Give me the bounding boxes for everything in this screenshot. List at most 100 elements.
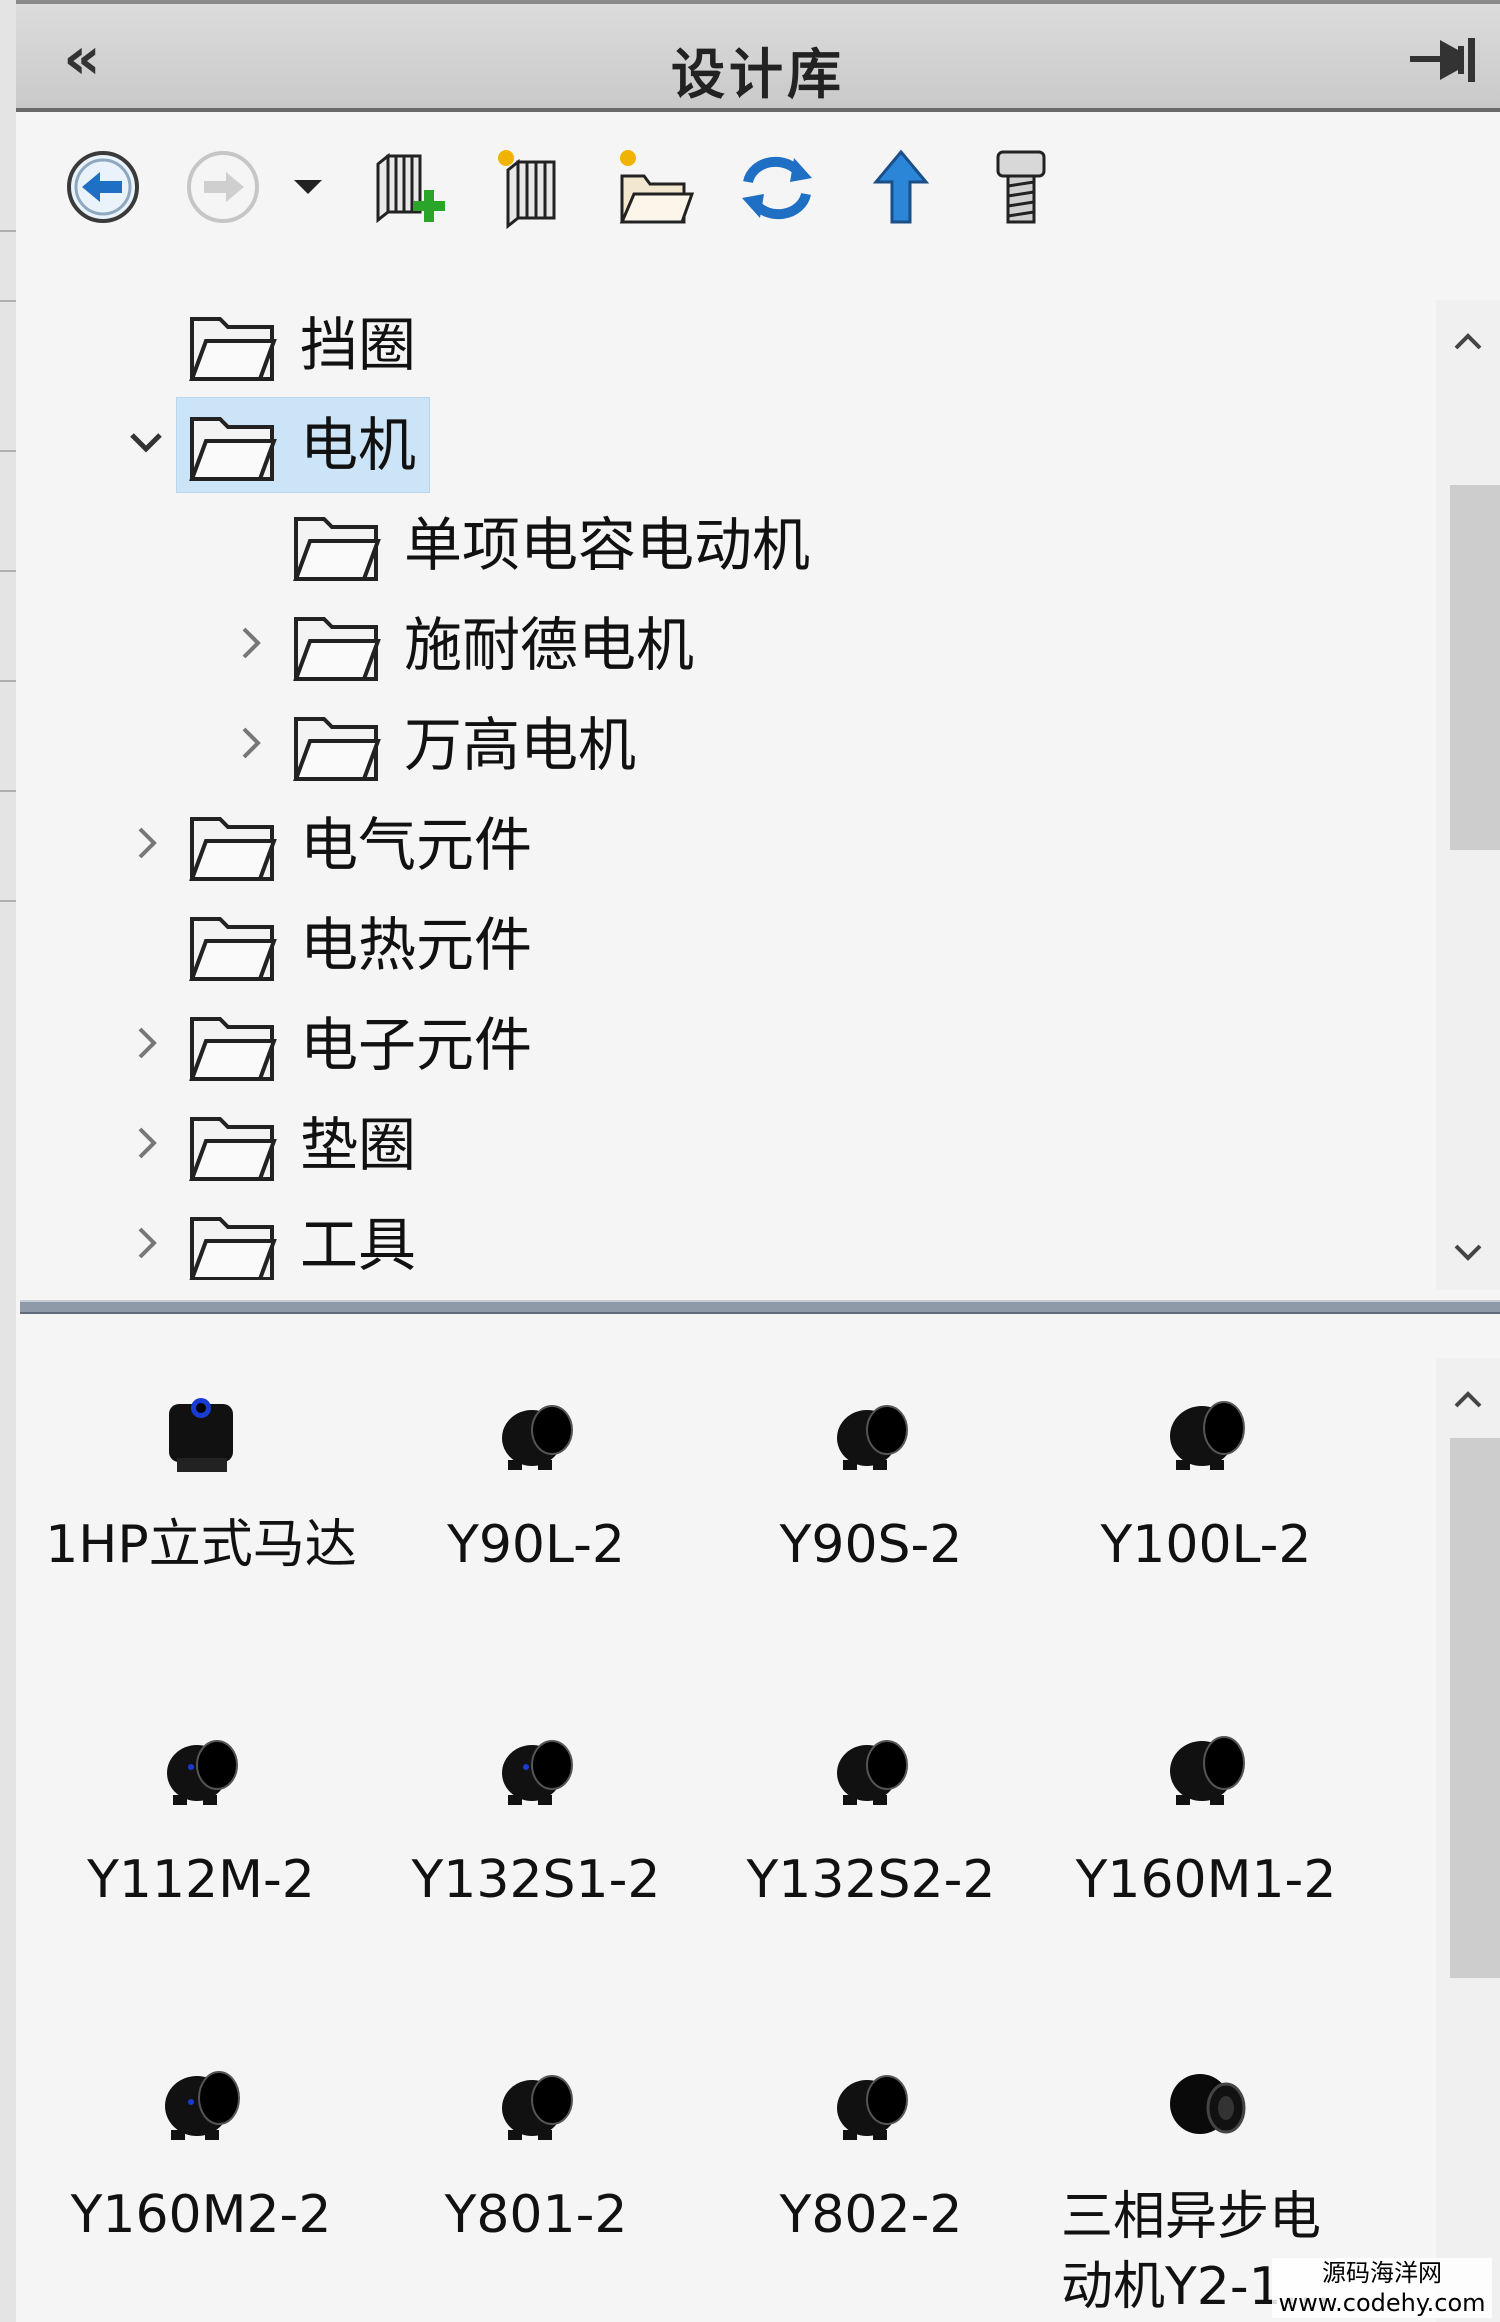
chevron-right-icon[interactable] <box>116 1013 176 1073</box>
chevron-down-icon[interactable] <box>116 413 176 473</box>
item-label: Y160M1-2 <box>1075 1850 1337 1910</box>
motor-thumbnail-icon <box>151 2052 251 2152</box>
scroll-down-icon[interactable] <box>1436 1220 1500 1284</box>
library-item[interactable]: Y132S2-2 <box>706 1687 1036 2007</box>
library-item[interactable]: Y100L-2 <box>1041 1352 1371 1672</box>
tree-item-heating-components[interactable]: 电热元件 <box>116 895 816 993</box>
motor-thumbnail-icon <box>1156 1382 1256 1482</box>
chevron-right-icon[interactable] <box>116 1113 176 1173</box>
forward-button[interactable] <box>178 142 268 232</box>
folder-icon <box>186 405 280 485</box>
item-label: Y132S2-2 <box>746 1850 996 1910</box>
chevron-right-icon[interactable] <box>116 1213 176 1273</box>
up-arrow-icon <box>872 149 930 224</box>
motor-thumbnail-icon <box>151 1382 251 1482</box>
motor-thumbnail-icon <box>486 1382 586 1482</box>
edge-tick <box>0 230 16 232</box>
new-folder-icon <box>619 150 695 224</box>
tree-item-schneider-motor[interactable]: 施耐德电机 <box>220 595 1020 693</box>
tree-item-tools[interactable]: 工具 <box>116 1195 716 1280</box>
history-dropdown[interactable] <box>284 142 334 232</box>
tree-item-label: 万高电机 <box>404 711 637 779</box>
tree-item-electrical-components[interactable]: 电气元件 <box>116 795 816 893</box>
library-item[interactable]: Y801-2 <box>371 2022 701 2322</box>
tree-item-label: 挡圈 <box>300 311 417 379</box>
motor-thumbnail-icon <box>1156 1717 1256 1817</box>
folder-icon <box>186 1205 280 1280</box>
tree-item-label: 垫圈 <box>300 1111 417 1179</box>
site-watermark: 源码海洋网 www.codehy.com <box>1272 2258 1492 2318</box>
library-item[interactable]: Y90S-2 <box>706 1352 1036 1672</box>
library-item[interactable]: Y132S1-2 <box>371 1687 701 2007</box>
item-label: Y90L-2 <box>447 1515 625 1575</box>
chevron-right-icon[interactable] <box>220 713 280 773</box>
library-item[interactable]: Y160M2-2 <box>36 2022 366 2322</box>
tree-item-electronic-components[interactable]: 电子元件 <box>116 995 816 1093</box>
folder-icon <box>186 805 280 885</box>
folder-icon <box>186 305 280 385</box>
item-label: Y90S-2 <box>779 1515 963 1575</box>
tree-item-label: 工具 <box>300 1211 417 1279</box>
library-item[interactable]: Y160M1-2 <box>1041 1687 1371 2007</box>
refresh-button[interactable] <box>732 142 822 232</box>
library-item[interactable]: Y802-2 <box>706 2022 1036 2322</box>
motor-thumbnail-icon <box>486 2052 586 2152</box>
add-library-icon <box>376 152 445 224</box>
motor-thumbnail-icon <box>821 1717 921 1817</box>
chevron-right-icon[interactable] <box>220 613 280 673</box>
item-label: Y100L-2 <box>1100 1515 1312 1575</box>
new-library-icon <box>498 150 556 230</box>
scroll-up-icon[interactable] <box>1436 1368 1500 1432</box>
scrollbar-thumb[interactable] <box>1450 485 1500 850</box>
library-item[interactable]: Y90L-2 <box>371 1352 701 1672</box>
library-item[interactable]: 1HP立式马达 <box>36 1352 366 1672</box>
folder-icon <box>290 505 384 585</box>
pane-splitter[interactable] <box>20 1300 1500 1314</box>
up-one-level-button[interactable] <box>856 142 946 232</box>
folder-icon <box>186 1005 280 1085</box>
folder-icon <box>186 905 280 985</box>
tree-item-label: 电热元件 <box>300 911 533 979</box>
create-new-folder-button[interactable] <box>608 142 698 232</box>
tree-item-label: 施耐德电机 <box>404 611 695 679</box>
edge-tick <box>0 570 16 572</box>
items-scrollbar[interactable] <box>1436 1358 1500 2322</box>
create-new-library-button[interactable] <box>486 142 576 232</box>
tree-item-label: 电机 <box>300 411 417 479</box>
add-file-location-button[interactable] <box>366 142 456 232</box>
tree-item-single-phase-capacitor-motor[interactable]: 单项电容电动机 <box>220 495 1020 593</box>
back-button[interactable] <box>58 142 148 232</box>
bolt-icon <box>996 150 1046 224</box>
folder-icon <box>290 605 384 685</box>
panel-title: 设计库 <box>671 43 845 106</box>
tree-item-label: 电气元件 <box>300 811 533 879</box>
tree-item-motor[interactable]: 电机 <box>116 395 716 493</box>
watermark-line1: 源码海洋网 <box>1322 2259 1442 2287</box>
folder-icon <box>290 705 384 785</box>
library-item[interactable]: Y112M-2 <box>36 1687 366 2007</box>
refresh-icon <box>742 156 812 220</box>
motor-thumbnail-icon <box>821 1382 921 1482</box>
design-library-panel: « 设计库 挡圈 电机 单项电容电动机 施耐德电机 万高电机 电气元件 电热元件… <box>16 0 1500 2322</box>
tree-item-wango-motor[interactable]: 万高电机 <box>220 695 1020 793</box>
scrollbar-thumb[interactable] <box>1450 1438 1500 1978</box>
tree-item-label: 单项电容电动机 <box>404 511 811 579</box>
motor-thumbnail-icon <box>821 2052 921 2152</box>
tree-item-retaining-ring[interactable]: 挡圈 <box>116 295 716 393</box>
folder-icon <box>186 1105 280 1185</box>
tree-item-washer[interactable]: 垫圈 <box>116 1095 716 1193</box>
dropdown-icon <box>294 180 322 194</box>
watermark-line2: www.codehy.com <box>1278 2289 1486 2317</box>
item-label: Y112M-2 <box>87 1850 315 1910</box>
folder-tree: 挡圈 电机 单项电容电动机 施耐德电机 万高电机 电气元件 电热元件 电子元件 … <box>16 295 1436 1280</box>
scroll-up-icon[interactable] <box>1436 310 1500 374</box>
item-label: Y801-2 <box>444 2185 628 2245</box>
edge-tick <box>0 450 16 452</box>
tree-scrollbar[interactable] <box>1436 300 1500 1290</box>
tree-item-label: 电子元件 <box>300 1011 533 1079</box>
chevron-right-icon[interactable] <box>116 813 176 873</box>
motor-thumbnail-icon <box>486 1717 586 1817</box>
item-label: 1HP立式马达 <box>45 1515 357 1575</box>
toolbox-button[interactable] <box>976 142 1066 232</box>
pin-icon[interactable] <box>1406 32 1482 88</box>
